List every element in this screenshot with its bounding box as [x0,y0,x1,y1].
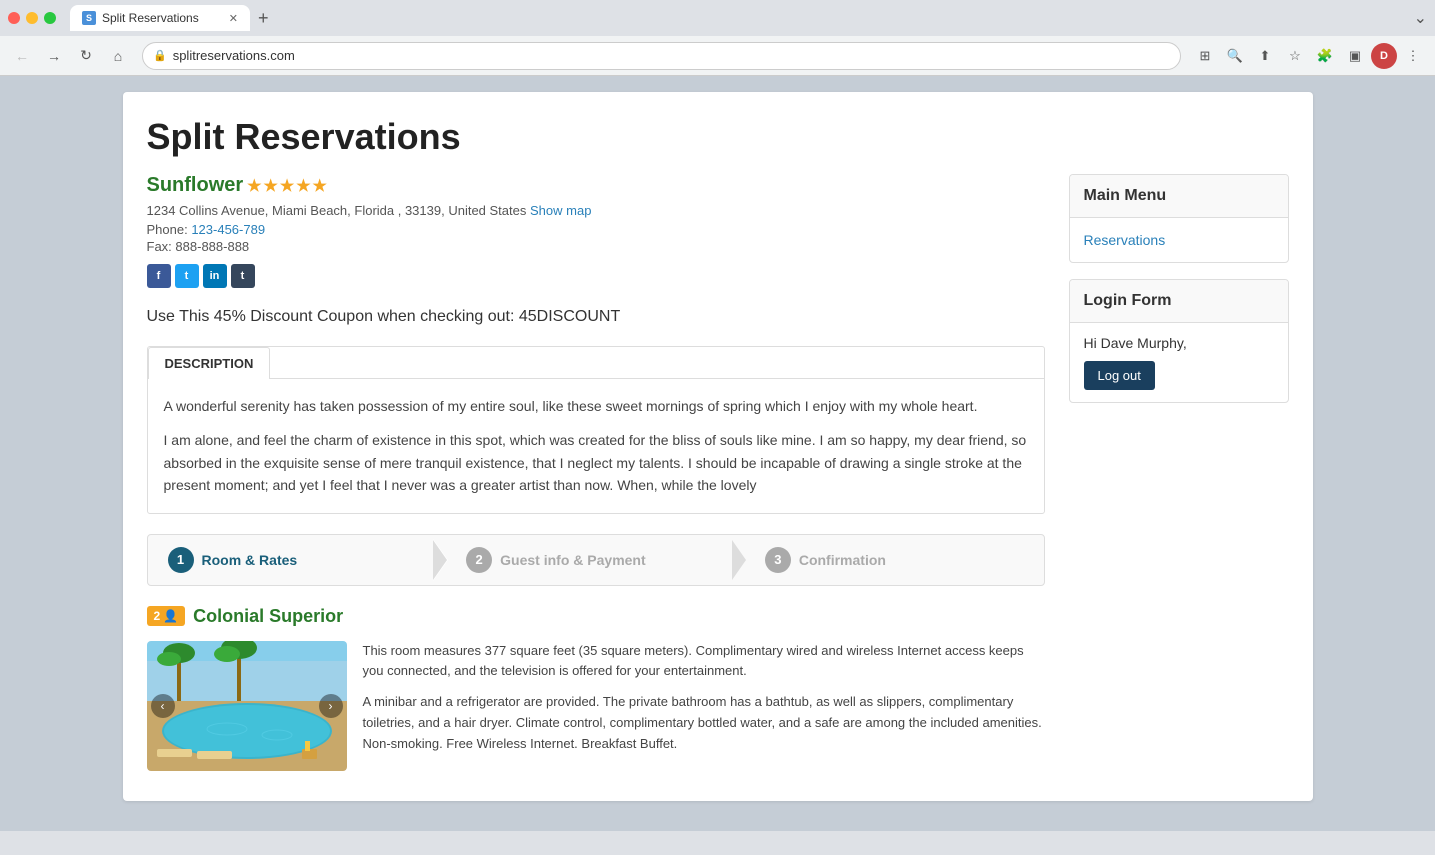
logout-button[interactable]: Log out [1084,361,1155,390]
tab-favicon-icon: S [82,11,96,25]
tab-close-button[interactable]: ✕ [229,12,238,25]
hotel-name: Sunflower [147,174,244,197]
description-tab[interactable]: DESCRIPTION [148,347,271,379]
main-menu-widget: Main Menu Reservations [1069,174,1289,263]
main-content: Sunflower ★ ★ ★ ★ ★ 1234 Collins Avenue,… [147,174,1045,771]
home-button[interactable]: ⌂ [104,42,132,70]
lock-icon: 🔒 [153,49,167,62]
facebook-icon[interactable]: f [147,264,171,288]
step-1-number: 1 [168,547,194,573]
browser-titlebar: S Split Reservations ✕ + ⌄ [0,0,1435,36]
share-button[interactable]: ⬆ [1251,42,1279,70]
show-map-link[interactable]: Show map [530,203,591,218]
toolbar-actions: ⊞ 🔍 ⬆ ☆ 🧩 ▣ D ⋮ [1191,42,1427,70]
step-3: 3 Confirmation [745,535,1044,585]
page-wrapper: Split Reservations Sunflower ★ ★ ★ ★ ★ [0,76,1435,831]
tab-menu-button[interactable]: ⌄ [1414,8,1427,28]
maximize-window-button[interactable] [44,12,56,24]
forward-button[interactable]: → [40,42,68,70]
phone-label: Phone: [147,222,188,237]
address-text: splitreservations.com [173,48,295,63]
linkedin-icon[interactable]: in [203,264,227,288]
browser-window: S Split Reservations ✕ + ⌄ ← → ↻ ⌂ 🔒 spl… [0,0,1435,855]
extensions-button[interactable]: 🧩 [1311,42,1339,70]
sidebar-toggle-button[interactable]: ▣ [1341,42,1369,70]
tab-bar: S Split Reservations ✕ + [70,5,273,31]
address-bar[interactable]: 🔒 splitreservations.com [142,42,1181,70]
tab-label: Split Reservations [102,11,199,25]
close-window-button[interactable] [8,12,20,24]
login-form-widget: Login Form Hi Dave Murphy, Log out [1069,279,1289,403]
room-desc-p1: This room measures 377 square feet (35 s… [363,641,1045,683]
reload-button[interactable]: ↻ [72,42,100,70]
tab-list: DESCRIPTION [148,347,1044,379]
browser-toolbar: ← → ↻ ⌂ 🔒 splitreservations.com ⊞ 🔍 ⬆ ☆ … [0,36,1435,76]
hotel-fax: Fax: 888-888-888 [147,239,1045,254]
step-1-label: Room & Rates [202,552,298,568]
description-p1: A wonderful serenity has taken possessio… [164,395,1028,417]
room-image-container: ‹ › [147,641,347,771]
room-description: This room measures 377 square feet (35 s… [363,641,1045,771]
room-desc-p2: A minibar and a refrigerator are provide… [363,692,1045,754]
main-card: Split Reservations Sunflower ★ ★ ★ ★ ★ [123,92,1313,801]
discount-text: Use This 45% Discount Coupon when checki… [147,308,1045,326]
browser-tab-active[interactable]: S Split Reservations ✕ [70,5,250,31]
page-title: Split Reservations [147,116,1289,158]
main-menu-body: Reservations [1070,218,1288,262]
step-2: 2 Guest info & Payment [446,535,745,585]
hotel-phone: Phone: 123-456-789 [147,222,1045,237]
translate-button[interactable]: ⊞ [1191,42,1219,70]
star-rating: ★ ★ ★ ★ ★ [247,176,327,196]
room-image [147,641,347,771]
main-menu-title: Main Menu [1070,175,1288,218]
room-header: 2 👤 Colonial Superior [147,606,1045,627]
room-image-svg [147,641,347,771]
room-capacity-number: 2 [154,609,161,623]
bookmark-button[interactable]: ☆ [1281,42,1309,70]
star-4: ★ [296,176,310,196]
fax-label: Fax: [147,239,172,254]
hotel-address: 1234 Collins Avenue, Miami Beach, Florid… [147,203,1045,218]
phone-link[interactable]: 123-456-789 [191,222,265,237]
address-text: 1234 Collins Avenue, Miami Beach, Florid… [147,203,527,218]
step-1: 1 Room & Rates [148,535,447,585]
back-button[interactable]: ← [8,42,36,70]
star-2: ★ [264,176,278,196]
star-3: ★ [280,176,294,196]
reservations-link[interactable]: Reservations [1084,230,1274,250]
more-options-button[interactable]: ⋮ [1399,42,1427,70]
hotel-name-section: Sunflower ★ ★ ★ ★ ★ [147,174,327,197]
minimize-window-button[interactable] [26,12,38,24]
login-form-title: Login Form [1070,280,1288,323]
person-icon: 👤 [163,609,178,623]
image-prev-button[interactable]: ‹ [151,694,175,718]
step-2-number: 2 [466,547,492,573]
tab-content: A wonderful serenity has taken possessio… [148,379,1044,513]
booking-steps: 1 Room & Rates 2 Guest info & Payment 3 … [147,534,1045,586]
tabs-section: DESCRIPTION A wonderful serenity has tak… [147,346,1045,514]
tumblr-icon[interactable]: t [231,264,255,288]
fax-number: 888-888-888 [175,239,249,254]
step-3-number: 3 [765,547,791,573]
profile-avatar-button[interactable]: D [1371,43,1397,69]
star-1: ★ [247,176,261,196]
new-tab-button[interactable]: + [254,8,273,29]
description-p2: I am alone, and feel the charm of existe… [164,429,1028,496]
room-name: Colonial Superior [193,606,343,627]
twitter-icon[interactable]: t [175,264,199,288]
content-layout: Sunflower ★ ★ ★ ★ ★ 1234 Collins Avenue,… [147,174,1289,771]
window-controls [8,12,56,24]
step-2-label: Guest info & Payment [500,552,645,568]
step-3-label: Confirmation [799,552,886,568]
sidebar: Main Menu Reservations Login Form Hi Dav… [1069,174,1289,771]
zoom-button[interactable]: 🔍 [1221,42,1249,70]
social-icons: f t in t [147,264,1045,288]
image-next-button[interactable]: › [319,694,343,718]
login-form-body: Hi Dave Murphy, Log out [1070,323,1288,402]
room-layout: ‹ › This room measures 377 square feet (… [147,641,1045,771]
user-greeting: Hi Dave Murphy, [1084,335,1274,351]
room-capacity-badge: 2 👤 [147,606,186,626]
star-5: ★ [313,176,327,196]
